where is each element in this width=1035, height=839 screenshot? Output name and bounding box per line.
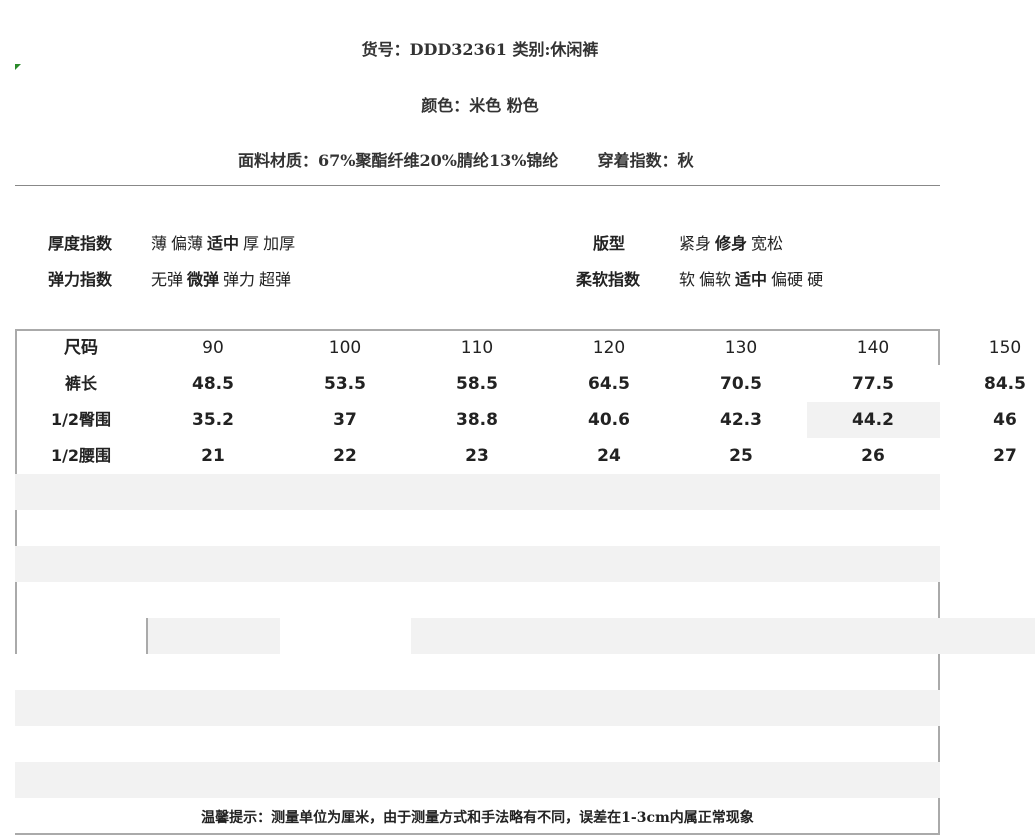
- table-cell: 44.2: [852, 410, 894, 430]
- row-label: 裤长: [64, 374, 97, 393]
- empty-row-band: [15, 762, 940, 798]
- table-cell: 46: [993, 410, 1017, 430]
- empty-row-band: [411, 618, 1035, 654]
- size-header-cell: 120: [592, 338, 626, 358]
- row-label: 1/2臀围: [50, 410, 112, 429]
- size-header-cell: 110: [460, 338, 494, 358]
- product-code-line: 货号：DDD32361 类别:休闲裤: [361, 40, 599, 59]
- table-cell: 70.5: [720, 374, 762, 394]
- material-line: 面料材质：67%聚酯纤维20%腈纶13%锦纶 穿着指数：秋: [238, 147, 694, 171]
- table-cell: 53.5: [324, 374, 366, 394]
- elasticity-label: 弹力指数: [48, 270, 113, 289]
- empty-row-band: [15, 474, 940, 510]
- table-cell: 27: [993, 446, 1017, 466]
- empty-row-band: [15, 546, 940, 582]
- size-header-cell: 150: [988, 338, 1022, 358]
- table-cell: 37: [333, 410, 357, 430]
- table-bottom-border: [15, 833, 940, 835]
- table-cell: 26: [861, 446, 885, 466]
- index-option: 微弹: [187, 270, 220, 289]
- index-option: 偏硬: [771, 270, 804, 289]
- index-option: 弹力: [223, 270, 256, 289]
- index-option: 偏软: [699, 270, 732, 289]
- material-text: 面料材质：67%聚酯纤维20%腈纶13%锦纶: [238, 151, 559, 170]
- index-option: 硬: [807, 270, 824, 289]
- table-cell: 40.6: [588, 410, 630, 430]
- color-line: 颜色：米色 粉色: [421, 96, 539, 115]
- index-option: 修身: [715, 234, 748, 253]
- table-cell: 42.3: [720, 410, 762, 430]
- table-cell: 48.5: [192, 374, 234, 394]
- cell-divider: [146, 618, 148, 654]
- corner-mark-icon: [15, 64, 21, 70]
- table-cell: 64.5: [588, 374, 630, 394]
- thickness-options: 薄偏薄 适中厚加厚: [151, 230, 299, 254]
- softness-label: 柔软指数: [576, 270, 641, 289]
- table-cell: 25: [729, 446, 753, 466]
- empty-row-band: [15, 690, 940, 726]
- footer-note: 温馨提示：测量单位为厘米，由于测量方式和手法略有不同，误差在1-3cm内属正常现…: [201, 810, 754, 826]
- index-option: 适中: [207, 234, 240, 253]
- row-label: 1/2腰围: [50, 446, 112, 465]
- size-header-cell: 90: [202, 338, 224, 358]
- table-cell: 35.2: [192, 410, 234, 430]
- index-option: 偏薄: [171, 234, 204, 253]
- fit-options: 紧身 修身 宽松: [679, 230, 787, 254]
- size-header-label: 尺码: [64, 338, 98, 358]
- index-option: 薄: [151, 234, 168, 253]
- index-option: 软: [679, 270, 696, 289]
- wear-index-text: 穿着指数：秋: [597, 151, 694, 170]
- index-option: 厚: [243, 234, 260, 253]
- table-cell: 38.8: [456, 410, 498, 430]
- table-cell: 23: [465, 446, 489, 466]
- size-header-cell: 130: [724, 338, 758, 358]
- index-option: 无弹: [151, 270, 184, 289]
- thickness-label: 厚度指数: [48, 234, 113, 253]
- index-option: 加厚: [263, 234, 296, 253]
- size-header-cell: 100: [328, 338, 362, 358]
- size-header-cell: 140: [856, 338, 890, 358]
- header-divider: [15, 185, 940, 186]
- index-option: 紧身: [679, 234, 712, 253]
- table-cell: 22: [333, 446, 357, 466]
- empty-row-band: [147, 618, 280, 654]
- table-cell: 77.5: [852, 374, 894, 394]
- softness-options: 软偏软 适中 偏硬硬: [679, 266, 827, 290]
- fit-label: 版型: [593, 234, 626, 253]
- table-cell: 24: [597, 446, 621, 466]
- elasticity-options: 无弹 微弹 弹力 超弹: [151, 266, 295, 290]
- index-option: 超弹: [259, 270, 292, 289]
- table-cell: 21: [201, 446, 225, 466]
- index-option: 适中: [735, 270, 768, 289]
- table-cell: 58.5: [456, 374, 498, 394]
- index-option: 宽松: [751, 234, 784, 253]
- table-cell: 84.5: [984, 374, 1026, 394]
